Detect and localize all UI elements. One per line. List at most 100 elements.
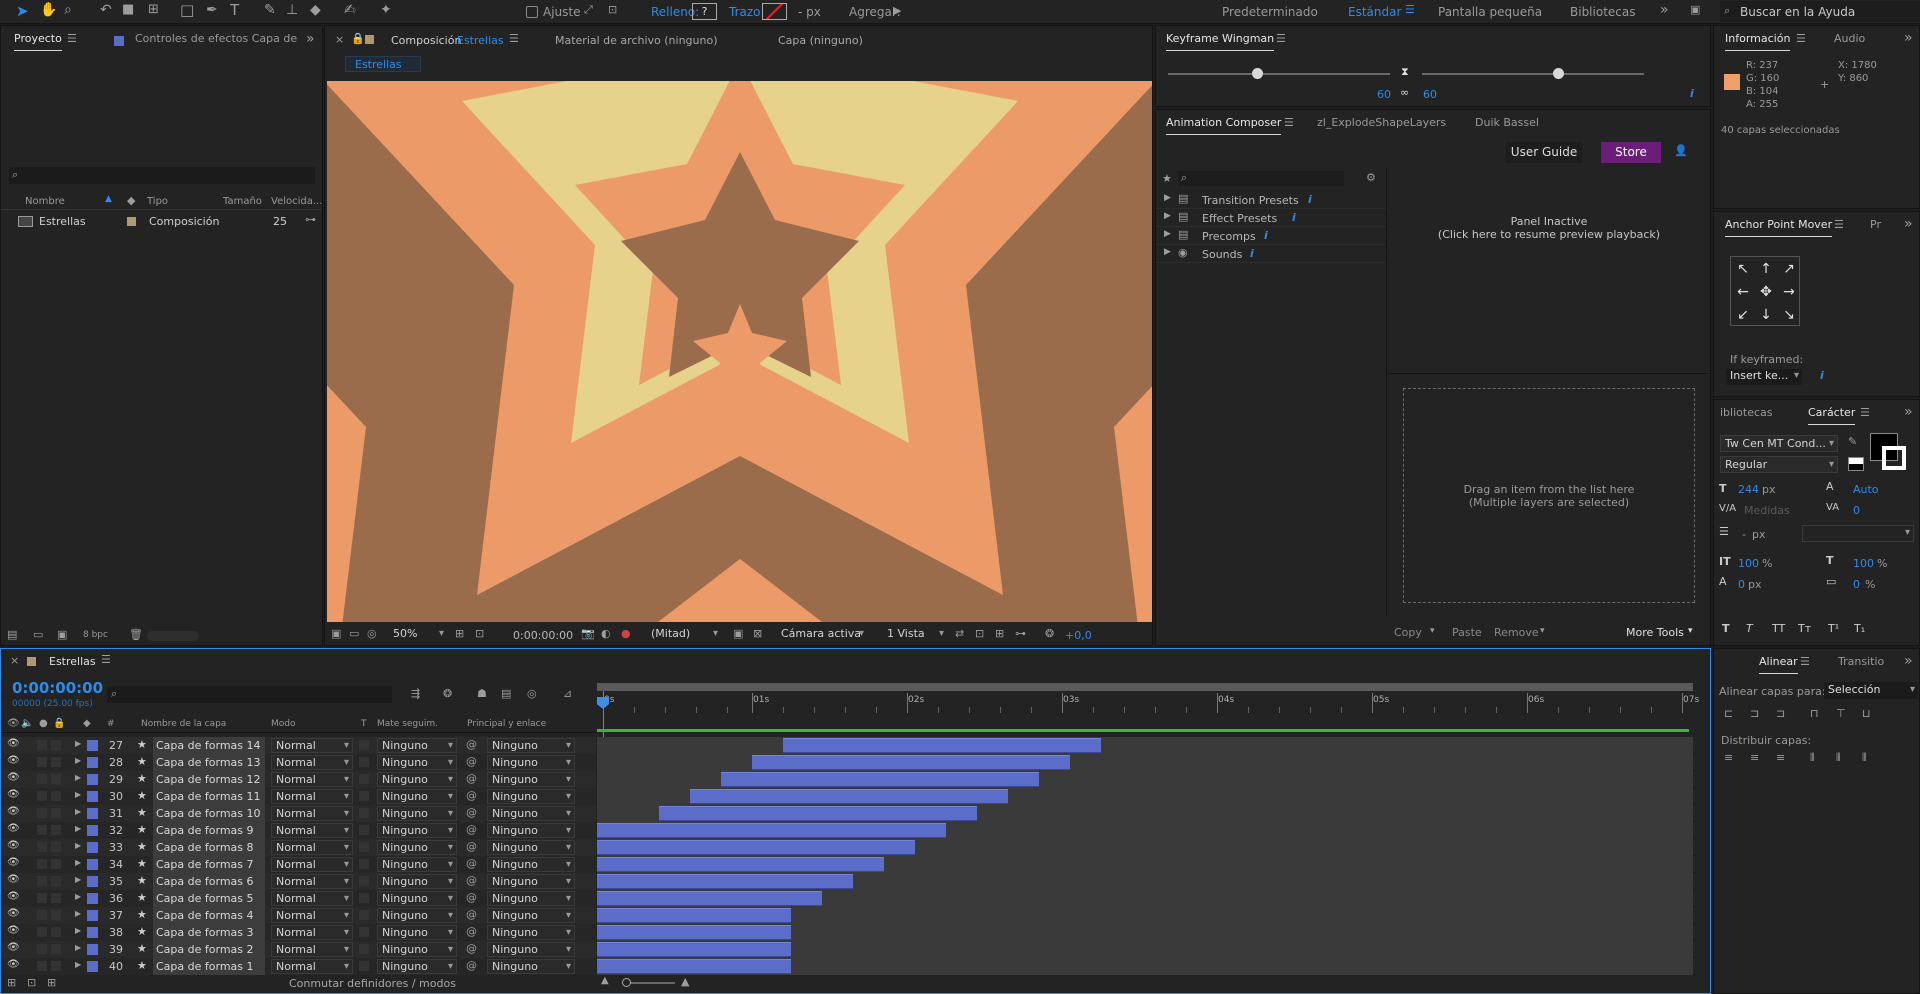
- expand-arrow-icon[interactable]: ▶: [1164, 211, 1171, 221]
- region-icon[interactable]: ⊡: [475, 627, 484, 640]
- pickwhip-icon[interactable]: @: [466, 789, 477, 802]
- mode-dropdown[interactable]: Normal: [271, 806, 353, 821]
- tab-caracter[interactable]: Carácter: [1802, 400, 1861, 428]
- remove-dropdown-icon[interactable]: ▾: [1540, 626, 1545, 636]
- draft-3d-icon[interactable]: ❂: [443, 687, 452, 700]
- pickwhip-icon[interactable]: @: [466, 840, 477, 853]
- layer-row[interactable]: 👁 ▶ 31 ★ Capa de formas 10 Normal Ninguno @ Ning…: [1, 805, 1697, 822]
- arrow-up-icon[interactable]: ↑: [1756, 259, 1776, 279]
- parent-dropdown[interactable]: Ninguno: [487, 942, 575, 957]
- trash-icon[interactable]: 🗑: [129, 628, 143, 641]
- parent-dropdown[interactable]: Ninguno: [487, 806, 575, 821]
- info-icon[interactable]: i: [1292, 211, 1296, 224]
- preserve-transparency-box[interactable]: [359, 825, 369, 835]
- composer-search[interactable]: ⌕: [1178, 171, 1344, 186]
- eye-icon[interactable]: 👁: [7, 908, 20, 919]
- layer-search[interactable]: ⌕: [107, 686, 392, 703]
- current-time[interactable]: 0:00:00:00: [12, 679, 103, 697]
- layer-name[interactable]: Capa de formas 4: [153, 907, 265, 924]
- layer-label-swatch[interactable]: [87, 808, 98, 819]
- zoom-tool-icon[interactable]: ⌕: [64, 2, 72, 18]
- channel-icon[interactable]: ●: [621, 627, 631, 640]
- parent-dropdown[interactable]: Ninguno: [487, 908, 575, 923]
- layer-row[interactable]: 👁 ▶ 38 ★ Capa de formas 3 Normal Ninguno @ Ningu…: [1, 924, 1697, 941]
- info-icon[interactable]: i: [1308, 193, 1312, 206]
- layer-tab[interactable]: Capa (ninguno): [778, 34, 863, 47]
- solo-box[interactable]: [37, 842, 47, 852]
- show-snapshot-icon[interactable]: ◐: [601, 627, 611, 640]
- solo-box[interactable]: [37, 961, 47, 971]
- solo-box[interactable]: [37, 893, 47, 903]
- snap-options-icon[interactable]: ⤢: [584, 3, 593, 17]
- zoom-knob[interactable]: [622, 978, 631, 987]
- snapshot-icon[interactable]: 📷: [581, 627, 595, 640]
- fill-swatch[interactable]: ?: [692, 3, 717, 20]
- solo-box[interactable]: [37, 774, 47, 784]
- comp-tab-name[interactable]: Estrellas: [457, 34, 504, 47]
- arrow-down-icon[interactable]: ↓: [1756, 305, 1776, 325]
- horizontal-scale-value[interactable]: 100: [1853, 557, 1874, 570]
- track-matte-dropdown[interactable]: Ninguno: [377, 789, 457, 804]
- parent-dropdown[interactable]: Ninguno: [487, 772, 575, 787]
- layer-label-swatch[interactable]: [87, 927, 98, 938]
- comp-tab-prefix[interactable]: Composición: [391, 34, 461, 47]
- mode-dropdown[interactable]: Normal: [271, 857, 353, 872]
- tab-anchor-point-mover[interactable]: Anchor Point Mover: [1719, 212, 1838, 240]
- stroke-width-value[interactable]: -: [1742, 528, 1746, 541]
- track-matte-dropdown[interactable]: Ninguno: [377, 942, 457, 957]
- panel-menu-icon[interactable]: ☰: [509, 32, 519, 45]
- zoom-slider[interactable]: [625, 982, 675, 984]
- align-top-icon[interactable]: ⊓: [1810, 707, 1819, 720]
- eye-icon[interactable]: 👁: [7, 806, 20, 817]
- mask-visibility-icon[interactable]: ◎: [367, 627, 377, 640]
- tree-item-transition-presets[interactable]: ▶ ▤ Transition Presets i: [1156, 191, 1386, 209]
- mode-dropdown[interactable]: Normal: [271, 823, 353, 838]
- preserve-transparency-box[interactable]: [359, 859, 369, 869]
- layer-row[interactable]: 👁 ▶ 32 ★ Capa de formas 9 Normal Ninguno @ Ningu…: [1, 822, 1697, 839]
- panel-menu-icon[interactable]: ☰: [1276, 32, 1286, 45]
- new-folder-icon[interactable]: ▭: [33, 628, 43, 641]
- monitor-icon[interactable]: ▭: [349, 627, 359, 640]
- comp-mini-flowchart-icon[interactable]: ⇶: [411, 687, 420, 700]
- toggle-switches-modes[interactable]: Conmutar definidores / modos: [289, 977, 456, 990]
- layer-name[interactable]: Capa de formas 14: [153, 737, 265, 754]
- tab-keyframe-wingman[interactable]: Keyframe Wingman: [1160, 26, 1280, 54]
- mode-dropdown[interactable]: Normal: [271, 789, 353, 804]
- store-button[interactable]: Store: [1601, 142, 1661, 163]
- stroke-label[interactable]: Trazo:: [729, 5, 765, 19]
- eye-icon[interactable]: 👁: [7, 942, 20, 953]
- project-item[interactable]: Estrellas Composición 25 ⊶: [1, 213, 322, 230]
- favorites-icon[interactable]: ★: [1162, 172, 1172, 185]
- expand-arrow-icon[interactable]: ▶: [75, 926, 81, 935]
- track-matte-dropdown[interactable]: Ninguno: [377, 908, 457, 923]
- pickwhip-icon[interactable]: @: [466, 959, 477, 972]
- workspace-predeterminado[interactable]: Predeterminado: [1222, 5, 1318, 19]
- eye-icon[interactable]: 👁: [7, 874, 20, 885]
- user-guide-button[interactable]: User Guide: [1506, 142, 1582, 163]
- layer-name[interactable]: Capa de formas 5: [153, 890, 265, 907]
- reset-exposure-icon[interactable]: ❂: [1045, 627, 1054, 640]
- mode-dropdown[interactable]: Normal: [271, 840, 353, 855]
- kerning-value[interactable]: Medidas: [1744, 504, 1790, 517]
- project-search[interactable]: ⌕: [9, 167, 315, 184]
- tsume-value[interactable]: 0: [1853, 578, 1860, 591]
- expand-arrow-icon[interactable]: ▶: [75, 773, 81, 782]
- transfer-controls-icon[interactable]: ⊡: [27, 976, 36, 989]
- lock-box[interactable]: [51, 927, 61, 937]
- layer-name[interactable]: Capa de formas 6: [153, 873, 265, 890]
- align-right-icon[interactable]: ⊐: [1776, 707, 1785, 720]
- help-search[interactable]: ⌕ Buscar en la Ayuda: [1720, 1, 1920, 22]
- lock-box[interactable]: [51, 774, 61, 784]
- preserve-transparency-box[interactable]: [359, 774, 369, 784]
- subscript-icon[interactable]: T₁: [1854, 622, 1865, 635]
- align-bottom-icon[interactable]: ⊔: [1862, 707, 1871, 720]
- col-layer-name[interactable]: Nombre de la capa: [141, 719, 226, 729]
- layer-duration-bar[interactable]: [597, 942, 791, 957]
- eye-icon[interactable]: 👁: [7, 738, 20, 749]
- col-parent[interactable]: Principal y enlace: [467, 719, 546, 729]
- lock-box[interactable]: [51, 825, 61, 835]
- font-style-dropdown[interactable]: Regular: [1720, 456, 1838, 473]
- expand-arrow-icon[interactable]: ▶: [75, 909, 81, 918]
- layer-duration-bar[interactable]: [783, 738, 1101, 753]
- thumbnail-slider[interactable]: [147, 631, 199, 641]
